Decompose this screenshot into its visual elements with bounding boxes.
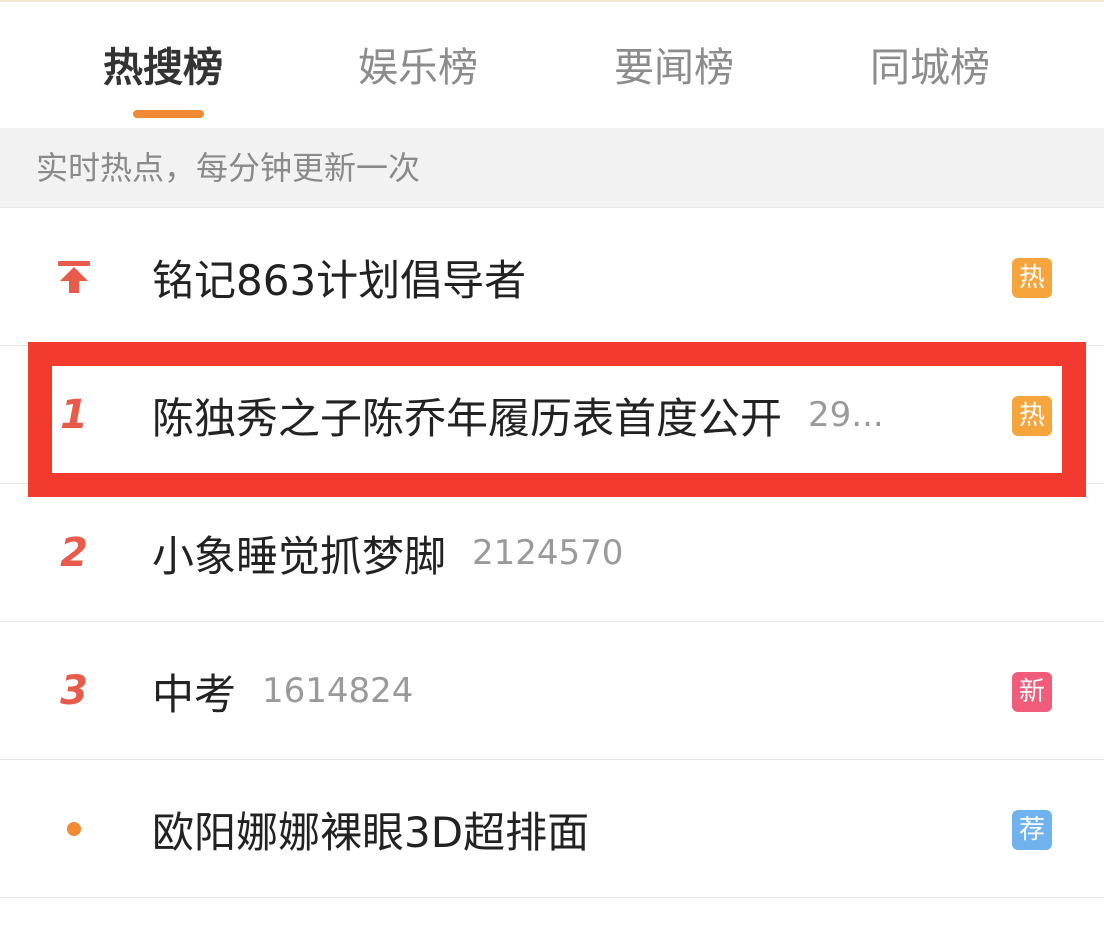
tab-local[interactable]: 同城榜: [870, 40, 990, 96]
rank-number: 3: [60, 668, 88, 714]
hot-badge: 热: [1012, 258, 1052, 298]
rank-number: 1: [60, 392, 88, 438]
list-item-count: 1614824: [262, 671, 414, 711]
tab-news[interactable]: 要闻榜: [614, 40, 734, 96]
list-item-recommended[interactable]: 欧阳娜娜裸眼3D超排面 荐: [0, 760, 1104, 898]
dot-icon: [44, 760, 104, 898]
recommend-badge: 荐: [1012, 810, 1052, 850]
list-item-count: 2124570: [472, 533, 624, 573]
pin-top-icon: [44, 208, 104, 346]
list-item-pinned[interactable]: 铭记863计划倡导者 热: [0, 208, 1104, 346]
tab-bar: 热搜榜 娱乐榜 要闻榜 同城榜: [0, 2, 1104, 129]
list-item-title: 铭记863计划倡导者: [152, 255, 527, 305]
list-item-content: 小象睡觉抓梦脚 2124570: [152, 484, 972, 622]
list-item-content: 陈独秀之子陈乔年履历表首度公开 29...: [152, 346, 972, 484]
list-item-title: 中考: [152, 669, 237, 719]
new-badge: 新: [1012, 672, 1052, 712]
tab-entertainment[interactable]: 娱乐榜: [358, 40, 478, 96]
hot-badge: 热: [1012, 396, 1052, 436]
active-tab-indicator: [133, 110, 204, 118]
rank-number: 2: [60, 530, 88, 576]
hot-search-list: 铭记863计划倡导者 热 1 陈独秀之子陈乔年履历表首度公开 29... 热 2…: [0, 208, 1104, 898]
info-bar: 实时热点，每分钟更新一次: [0, 128, 1104, 208]
list-item-content: 中考 1614824: [152, 622, 972, 760]
list-item-content: 铭记863计划倡导者: [152, 208, 972, 346]
list-item-content: 欧阳娜娜裸眼3D超排面: [152, 760, 972, 898]
hot-search-page: 热搜榜 娱乐榜 要闻榜 同城榜 实时热点，每分钟更新一次 铭记863计划倡导者 …: [0, 0, 1104, 933]
list-item-title: 陈独秀之子陈乔年履历表首度公开: [152, 393, 783, 443]
list-item-title: 小象睡觉抓梦脚: [152, 531, 447, 581]
list-item-count: 29...: [808, 395, 884, 435]
list-item-title: 欧阳娜娜裸眼3D超排面: [152, 807, 590, 857]
list-item[interactable]: 1 陈独秀之子陈乔年履历表首度公开 29... 热: [0, 346, 1104, 484]
info-text: 实时热点，每分钟更新一次: [36, 149, 421, 187]
tab-hot-search[interactable]: 热搜榜: [103, 40, 223, 96]
list-item[interactable]: 2 小象睡觉抓梦脚 2124570: [0, 484, 1104, 622]
list-item[interactable]: 3 中考 1614824 新: [0, 622, 1104, 760]
